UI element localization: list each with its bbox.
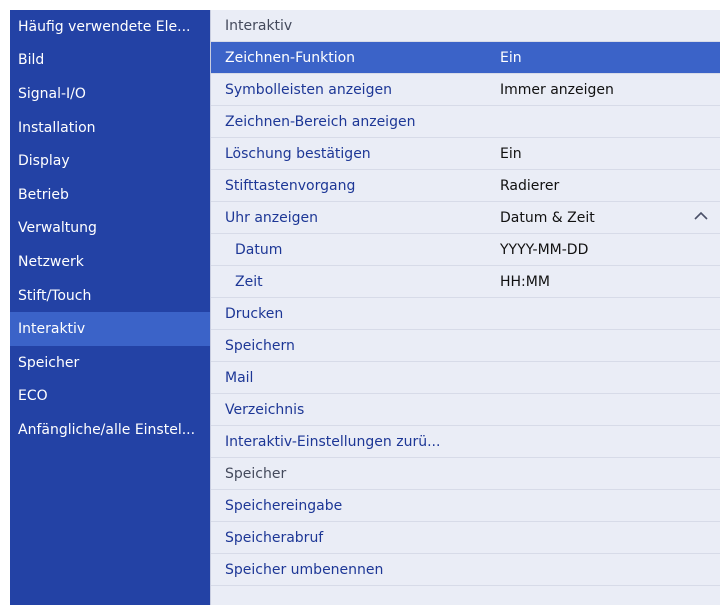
sidebar-item-netzwerk[interactable]: Netzwerk: [10, 245, 210, 279]
setting-value: Ein: [500, 145, 522, 162]
setting-row-speicher-umbenennen[interactable]: Speicher umbenennen: [211, 554, 720, 586]
sidebar-item-display[interactable]: Display: [10, 144, 210, 178]
setting-row-speicherabruf[interactable]: Speicherabruf: [211, 522, 720, 554]
sidebar-item-label: Interaktiv: [18, 321, 86, 338]
sidebar-item-label: Stift/Touch: [18, 287, 92, 304]
sidebar-item-label: Anfängliche/alle Einstel...: [18, 421, 196, 438]
sidebar-item-label: Verwaltung: [18, 220, 97, 237]
sidebar-item-bild[interactable]: Bild: [10, 44, 210, 78]
setting-row-datum[interactable]: Datum YYYY-MM-DD: [211, 234, 720, 266]
settings-menu: Häufig verwendete Ele... Bild Signal-I/O…: [10, 10, 720, 605]
setting-label: Datum: [235, 241, 283, 258]
sidebar-item-label: Display: [18, 153, 70, 170]
sidebar-item-signal-io[interactable]: Signal-I/O: [10, 77, 210, 111]
setting-row-interaktiv-reset[interactable]: Interaktiv-Einstellungen zurü...: [211, 426, 720, 458]
setting-label: Verzeichnis: [225, 401, 305, 418]
setting-label: Zeichnen-Bereich anzeigen: [225, 113, 416, 130]
setting-row-speichereingabe[interactable]: Speichereingabe: [211, 490, 720, 522]
setting-label: Symbolleisten anzeigen: [225, 81, 392, 98]
setting-label: Speicher umbenennen: [225, 561, 384, 578]
setting-row-zeit[interactable]: Zeit HH:MM: [211, 266, 720, 298]
category-sidebar: Häufig verwendete Ele... Bild Signal-I/O…: [10, 10, 210, 605]
setting-value: Radierer: [500, 177, 560, 194]
setting-row-mail[interactable]: Mail: [211, 362, 720, 394]
setting-row-loeschung[interactable]: Löschung bestätigen Ein: [211, 138, 720, 170]
sidebar-item-betrieb[interactable]: Betrieb: [10, 178, 210, 212]
setting-row-zeichnen-funktion[interactable]: Zeichnen-Funktion Ein: [211, 42, 720, 74]
sidebar-item-label: Signal-I/O: [18, 85, 86, 102]
sidebar-item-speicher[interactable]: Speicher: [10, 346, 210, 380]
setting-value: HH:MM: [500, 273, 550, 290]
setting-row-stifttastenvorgang[interactable]: Stifttastenvorgang Radierer: [211, 170, 720, 202]
setting-label: Speichereingabe: [225, 497, 343, 514]
sidebar-item-label: Häufig verwendete Ele...: [18, 18, 191, 35]
setting-row-zeichnen-bereich[interactable]: Zeichnen-Bereich anzeigen: [211, 106, 720, 138]
setting-row-uhr-anzeigen[interactable]: Uhr anzeigen Datum & Zeit: [211, 202, 720, 234]
sidebar-item-installation[interactable]: Installation: [10, 111, 210, 145]
setting-label: Löschung bestätigen: [225, 145, 371, 162]
setting-label: Speicherabruf: [225, 529, 324, 546]
sidebar-item-anfaengliche[interactable]: Anfängliche/alle Einstel...: [10, 413, 210, 447]
setting-value: Datum & Zeit: [500, 209, 595, 226]
setting-row-speichern[interactable]: Speichern: [211, 330, 720, 362]
setting-label: Speichern: [225, 337, 295, 354]
setting-label: Mail: [225, 369, 254, 386]
sidebar-item-stift-touch[interactable]: Stift/Touch: [10, 279, 210, 313]
section-header-speicher: Speicher: [211, 458, 720, 490]
settings-panel: Interaktiv Zeichnen-Funktion Ein Symboll…: [210, 10, 720, 605]
setting-label: Uhr anzeigen: [225, 209, 319, 226]
setting-label: Drucken: [225, 305, 284, 322]
section-header-label: Interaktiv: [225, 17, 293, 34]
setting-row-drucken[interactable]: Drucken: [211, 298, 720, 330]
sidebar-item-verwaltung[interactable]: Verwaltung: [10, 212, 210, 246]
sidebar-item-label: ECO: [18, 388, 48, 405]
sidebar-item-label: Speicher: [18, 354, 80, 371]
sidebar-item-label: Bild: [18, 52, 45, 69]
sidebar-item-label: Installation: [18, 119, 96, 136]
section-header-interaktiv: Interaktiv: [211, 10, 720, 42]
sidebar-item-interaktiv[interactable]: Interaktiv: [10, 312, 210, 346]
setting-label: Zeit: [235, 273, 263, 290]
setting-label: Interaktiv-Einstellungen zurü...: [225, 433, 441, 450]
chevron-up-icon[interactable]: [694, 211, 708, 221]
sidebar-item-label: Betrieb: [18, 186, 69, 203]
setting-label: Zeichnen-Funktion: [225, 49, 356, 66]
sidebar-item-haeufig[interactable]: Häufig verwendete Ele...: [10, 10, 210, 44]
setting-label: Stifttastenvorgang: [225, 177, 356, 194]
setting-row-symbolleisten[interactable]: Symbolleisten anzeigen Immer anzeigen: [211, 74, 720, 106]
setting-row-verzeichnis[interactable]: Verzeichnis: [211, 394, 720, 426]
setting-value: Immer anzeigen: [500, 81, 614, 98]
setting-value: YYYY-MM-DD: [500, 241, 589, 258]
sidebar-item-label: Netzwerk: [18, 253, 84, 270]
setting-value: Ein: [500, 49, 522, 66]
section-header-label: Speicher: [225, 465, 287, 482]
sidebar-item-eco[interactable]: ECO: [10, 380, 210, 414]
